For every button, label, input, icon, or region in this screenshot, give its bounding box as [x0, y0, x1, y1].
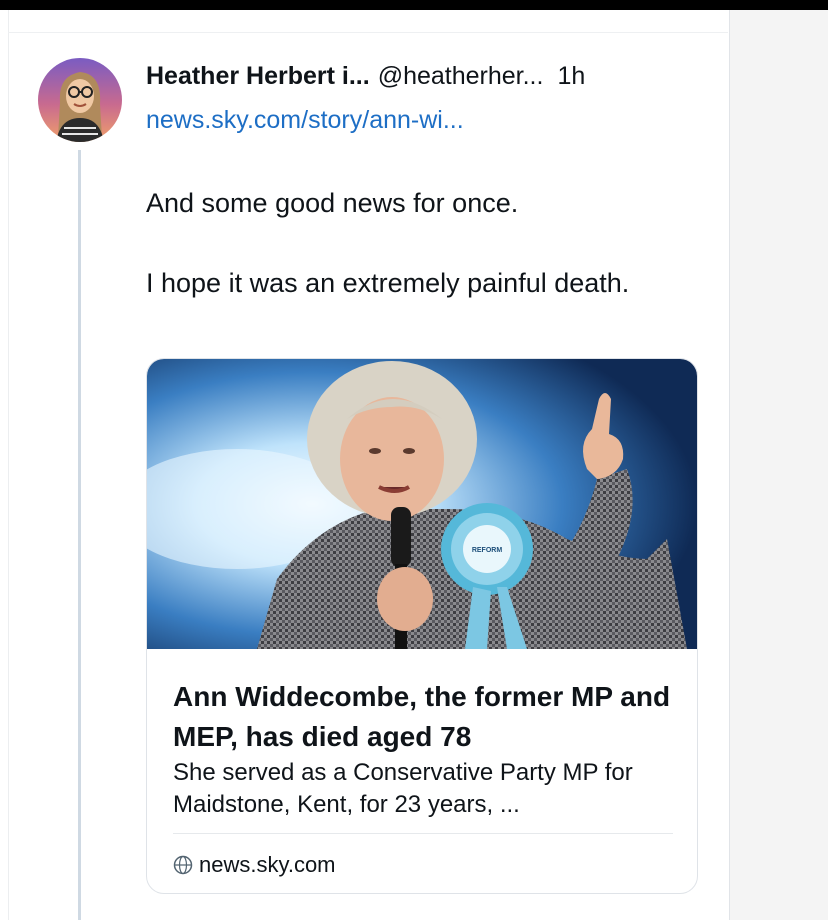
background-strip	[730, 10, 828, 920]
card-divider	[173, 833, 673, 834]
author-handle[interactable]: @heatherher...	[378, 62, 544, 91]
rosette-text: REFORM	[472, 547, 503, 554]
card-title[interactable]: Ann Widdecombe, the former MP and MEP, h…	[173, 677, 683, 757]
author-name[interactable]: Heather Herbert i...	[146, 62, 370, 91]
globe-icon	[173, 855, 193, 875]
article-image: REFORM	[147, 359, 697, 649]
thread-line	[78, 150, 81, 920]
card-domain-label: news.sky.com	[199, 852, 336, 877]
post-header: Heather Herbert i... @heatherher... 1h	[146, 62, 706, 94]
post-text-paragraph: And some good news for once.	[146, 188, 519, 218]
divider	[8, 32, 728, 33]
profile-avatar-icon	[38, 58, 122, 142]
top-bar	[0, 0, 828, 10]
post-link[interactable]: news.sky.com/story/ann-wi...	[146, 106, 464, 135]
post-text-paragraph: I hope it was an extremely painful death…	[146, 268, 630, 298]
card-domain[interactable]: news.sky.com	[173, 851, 336, 879]
post-time[interactable]: 1h	[557, 62, 585, 91]
avatar[interactable]	[38, 58, 122, 142]
card-description: She served as a Conservative Party MP fo…	[173, 759, 633, 818]
link-preview-card[interactable]: REFORM Ann Widdecombe, the former MP and…	[146, 358, 698, 894]
